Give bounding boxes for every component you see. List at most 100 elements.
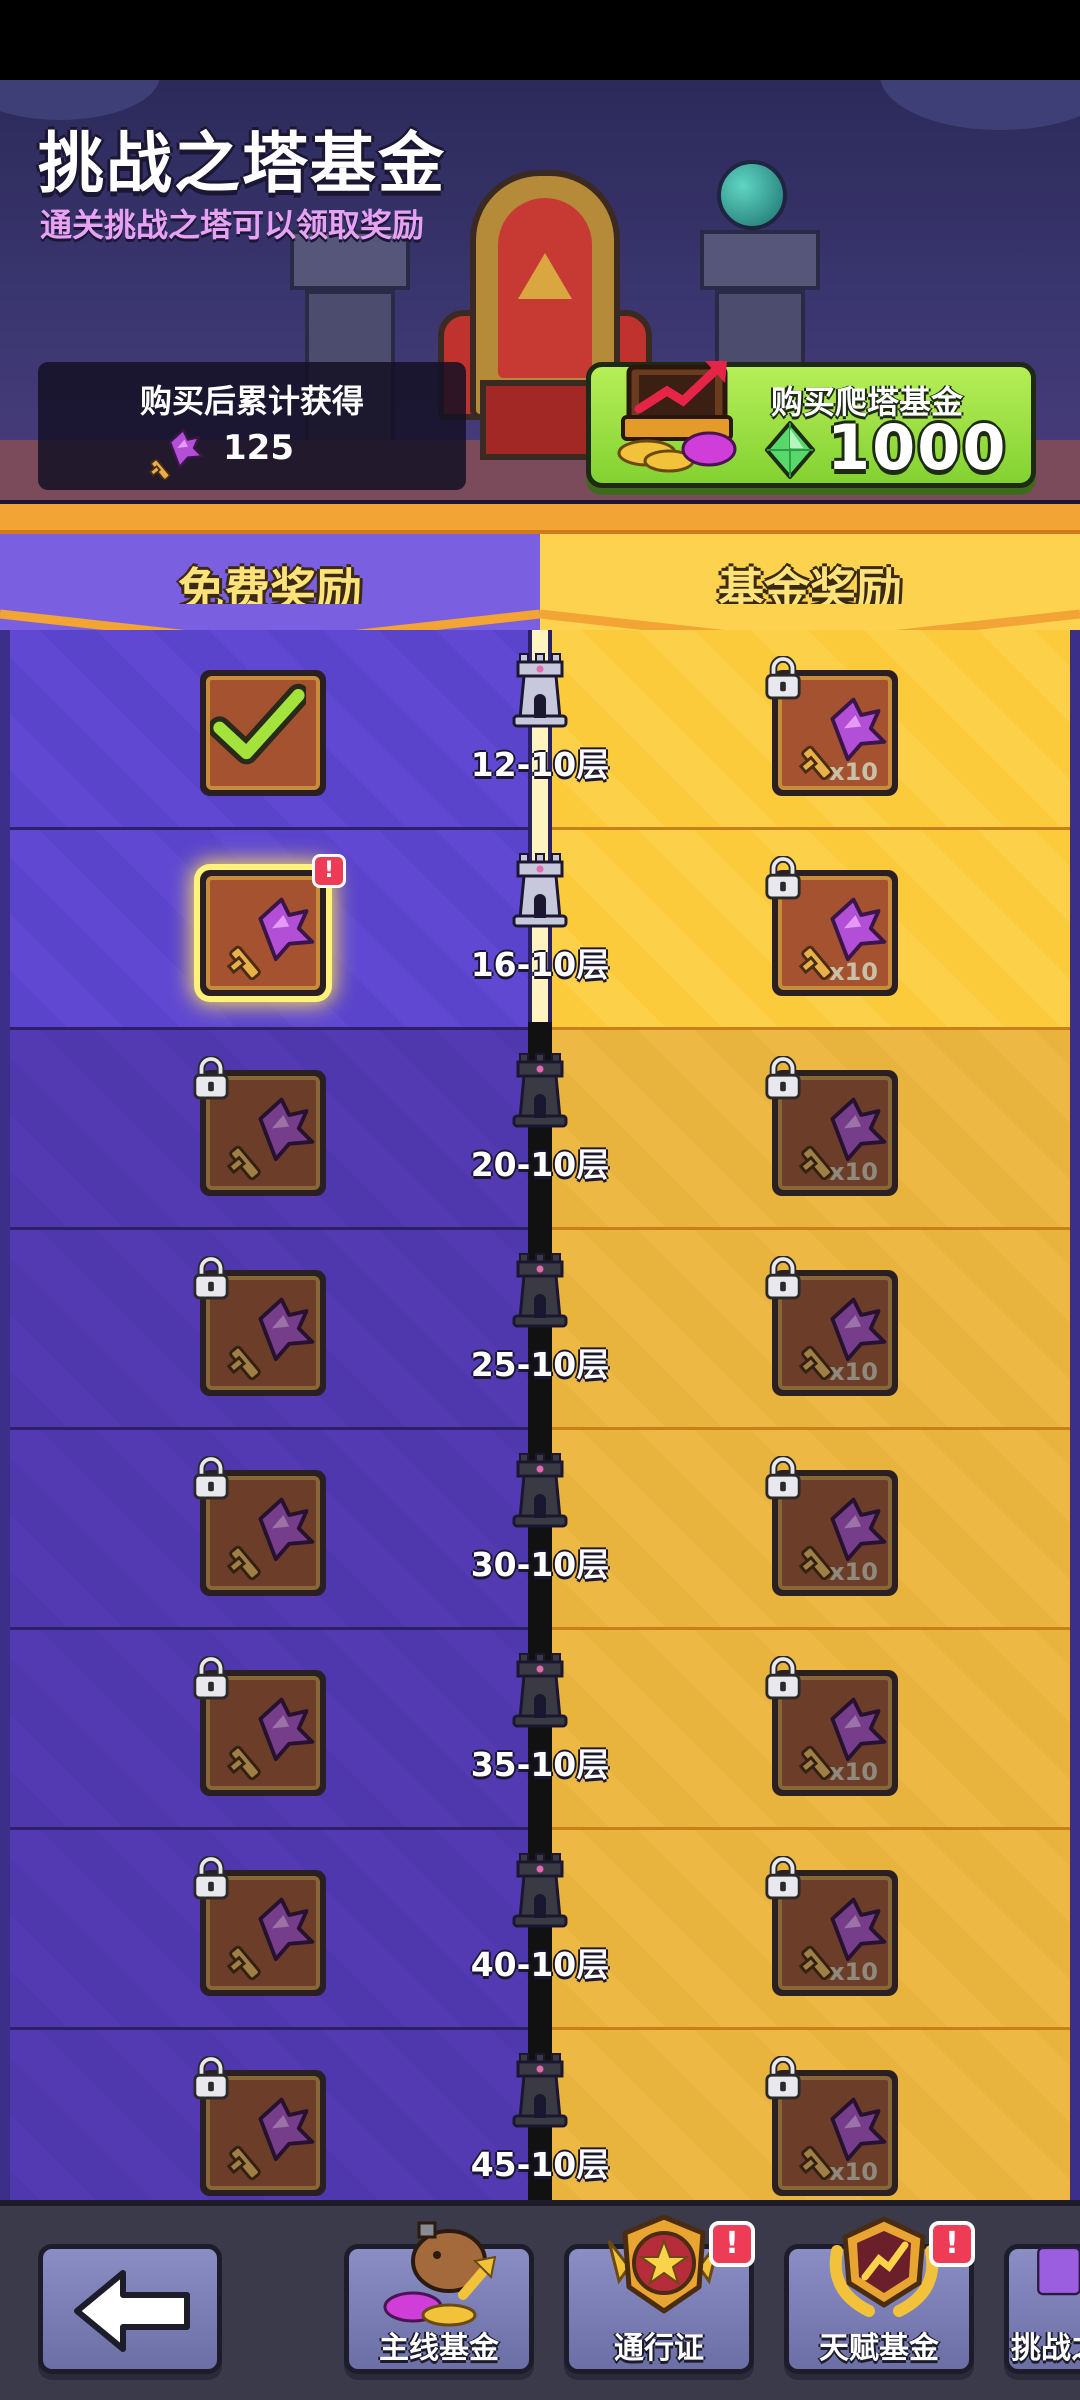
buy-tower-fund-button[interactable]: 购买爬塔基金 1000 [586, 360, 1036, 488]
lock-icon [192, 1256, 230, 1300]
lock-icon [764, 856, 802, 900]
alert-badge: ! [709, 2221, 755, 2267]
key-icon [222, 890, 318, 986]
reward-quantity: x10 [829, 1958, 878, 1986]
free-reward-slot[interactable] [200, 1270, 326, 1396]
tower-icon [512, 1652, 568, 1728]
floor-label: 25-10层 [470, 1345, 610, 1384]
tab-challenge-tower[interactable]: 挑战之 [1004, 2244, 1080, 2374]
tower-icon [512, 1052, 568, 1128]
back-button[interactable] [38, 2244, 222, 2374]
lock-icon [192, 1056, 230, 1100]
header-rail [0, 500, 1080, 534]
alert-badge: ! [312, 854, 346, 888]
treasure-chest-icon [617, 360, 737, 473]
fund-reward-slot[interactable]: x10 [772, 1870, 898, 1996]
bottom-nav: 主线基金 通行证 ! 天赋基金 ! 挑战之 [0, 2200, 1080, 2400]
tower-icon [1037, 2246, 1080, 2296]
reward-row: 25-10层 x10 [0, 1230, 1080, 1430]
free-rewards-header: 免费奖励 [0, 534, 540, 649]
status-bar [0, 0, 1080, 80]
free-reward-slot[interactable] [200, 1870, 326, 1996]
fund-reward-slot[interactable]: x10 [772, 1470, 898, 1596]
checkmark-icon [210, 683, 306, 765]
green-gem-icon [764, 421, 816, 479]
reward-row: ! 16-10层 x10 [0, 830, 1080, 1030]
free-reward-slot[interactable] [200, 2070, 326, 2196]
buy-price: 1000 [827, 411, 1008, 484]
lock-icon [192, 1656, 230, 1700]
lock-icon [764, 1456, 802, 1500]
floor-label: 40-10层 [470, 1945, 610, 1984]
orb-decoration [717, 160, 787, 230]
fund-reward-slot[interactable]: x10 [772, 1070, 898, 1196]
floor-label: 16-10层 [470, 945, 610, 984]
accumulated-value: 125 [223, 428, 294, 468]
cloud-decoration [880, 80, 1080, 130]
floor-label: 12-10层 [470, 745, 610, 784]
lock-icon [192, 1856, 230, 1900]
reward-quantity: x10 [829, 1558, 878, 1586]
fund-reward-slot[interactable]: x10 [772, 2070, 898, 2196]
free-reward-slot[interactable] [200, 1470, 326, 1596]
tower-icon [512, 2052, 568, 2128]
tower-icon [512, 852, 568, 928]
page-title: 挑战之塔基金 [38, 125, 446, 202]
floor-label: 45-10层 [470, 2145, 610, 2184]
lock-icon [764, 1056, 802, 1100]
tab-challenge-tower-label: 挑战之 [1011, 2331, 1080, 2366]
reward-quantity: x10 [829, 758, 878, 786]
reward-quantity: x10 [829, 2158, 878, 2186]
key-icon [222, 1490, 318, 1586]
header-banner: 挑战之塔基金 通关挑战之塔可以领取奖励 购买后累计获得 125 购买爬塔基金 1… [0, 80, 1080, 500]
free-reward-slot[interactable] [200, 1070, 326, 1196]
accumulated-label: 购买后累计获得 [139, 382, 364, 420]
lock-icon [764, 1656, 802, 1700]
lock-icon [764, 1856, 802, 1900]
free-reward-slot[interactable] [200, 1670, 326, 1796]
tab-talent-fund[interactable]: 天赋基金 ! [784, 2216, 975, 2374]
alert-badge: ! [929, 2221, 975, 2267]
page-subtitle: 通关挑战之塔可以领取奖励 [40, 206, 425, 244]
reward-row: 12-10层 x10 [0, 630, 1080, 830]
key-icon [222, 1290, 318, 1386]
back-arrow-icon [74, 2270, 190, 2352]
tab-talent-fund-label: 天赋基金 [819, 2331, 939, 2366]
lock-icon [192, 1456, 230, 1500]
reward-quantity: x10 [829, 1758, 878, 1786]
key-icon [222, 1690, 318, 1786]
lock-icon [764, 1256, 802, 1300]
free-reward-slot[interactable] [200, 670, 326, 796]
pillar-decoration [700, 230, 820, 290]
fund-rewards-header: 基金奖励 [540, 534, 1080, 649]
key-icon [222, 2090, 318, 2186]
reward-row: 45-10层 x10 [0, 2030, 1080, 2200]
reward-quantity: x10 [829, 958, 878, 986]
reward-list[interactable]: 12-10层 x10! 16-10层 x10 20-10层 x10 25-10层 x10 30-… [0, 630, 1080, 2200]
reward-row: 35-10层 x10 [0, 1630, 1080, 1830]
capybara-coins-icon [383, 2221, 497, 2327]
key-icon [222, 1890, 318, 1986]
key-icon [146, 424, 206, 484]
tab-main-fund-label: 主线基金 [379, 2331, 499, 2366]
floor-label: 20-10层 [470, 1145, 610, 1184]
free-reward-slot[interactable]: ! [200, 854, 346, 996]
tab-main-fund[interactable]: 主线基金 [344, 2221, 534, 2374]
fund-reward-slot[interactable]: x10 [772, 1670, 898, 1796]
tab-pass-label: 通行证 [614, 2331, 704, 2366]
tower-icon [512, 1852, 568, 1928]
fund-reward-slot[interactable]: x10 [772, 670, 898, 796]
reward-row: 30-10层 x10 [0, 1430, 1080, 1630]
tab-pass[interactable]: 通行证 ! [564, 2214, 755, 2374]
reward-row: 40-10层 x10 [0, 1830, 1080, 2030]
lock-icon [764, 656, 802, 700]
lock-icon [192, 2056, 230, 2100]
fund-reward-slot[interactable]: x10 [772, 1270, 898, 1396]
fund-reward-slot[interactable]: x10 [772, 870, 898, 996]
lock-icon [764, 2056, 802, 2100]
accumulated-reward-panel: 购买后累计获得 125 [38, 362, 466, 490]
reward-row: 20-10层 x10 [0, 1030, 1080, 1230]
reward-quantity: x10 [829, 1358, 878, 1386]
floor-label: 30-10层 [470, 1545, 610, 1584]
reward-quantity: x10 [829, 1158, 878, 1186]
